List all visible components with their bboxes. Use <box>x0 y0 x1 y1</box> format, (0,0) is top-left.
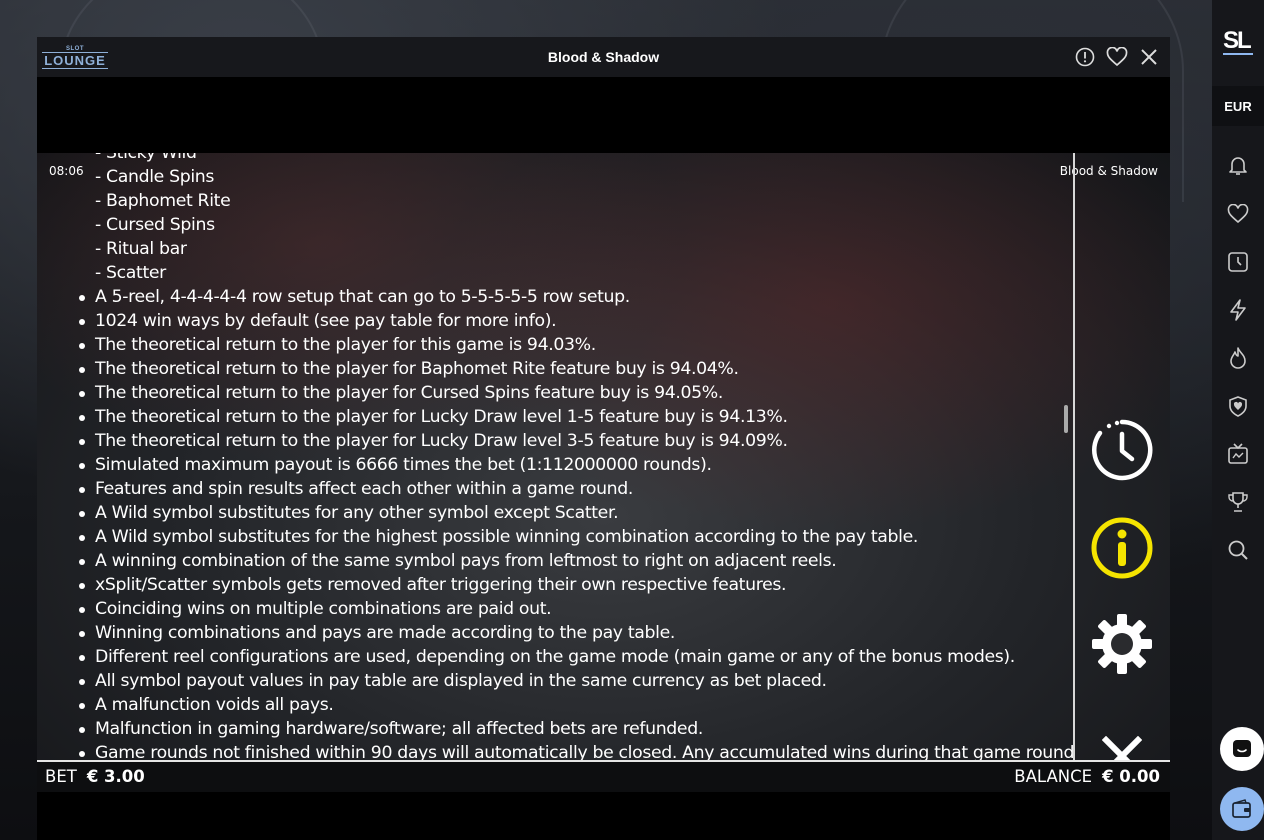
site-logo-text: SL <box>1223 27 1251 54</box>
history-button[interactable] <box>1089 417 1155 483</box>
rule-item: The theoretical return to the player for… <box>79 429 1067 453</box>
rule-item: All symbol payout values in pay table ar… <box>79 669 1067 693</box>
clock-icon[interactable] <box>1226 250 1250 274</box>
rule-item: Different reel configurations are used, … <box>79 645 1067 669</box>
feature-item: - Baphomet Rite <box>95 191 231 211</box>
currency-selector[interactable]: EUR <box>1212 86 1264 126</box>
bet-label: BET <box>45 767 77 786</box>
scrollbar[interactable] <box>1064 405 1068 433</box>
bet-value: € 3.00 <box>86 767 145 786</box>
feature-item: - Scatter <box>95 263 166 283</box>
favorite-heart-icon[interactable] <box>1106 46 1128 68</box>
gear-icon <box>1092 614 1152 674</box>
rule-item: The theoretical return to the player for… <box>79 357 1067 381</box>
bell-icon[interactable] <box>1226 153 1250 177</box>
rule-item: Game rounds not finished within 90 days … <box>79 741 1074 760</box>
rule-item: Simulated maximum payout is 6666 times t… <box>79 453 1067 477</box>
close-icon[interactable] <box>1138 46 1160 68</box>
rule-item: A Wild symbol substitutes for any other … <box>79 501 1067 525</box>
heart-icon[interactable] <box>1226 202 1250 226</box>
settings-button[interactable] <box>1089 611 1155 677</box>
trophy-icon[interactable] <box>1226 490 1250 514</box>
rule-item: The theoretical return to the player for… <box>79 405 1067 429</box>
feature-item: - Ritual bar <box>95 239 187 259</box>
balance-label: BALANCE <box>1014 767 1093 786</box>
chat-icon <box>1233 740 1251 757</box>
game-info-panel: - Sticky Wild - Candle Spins - Baphomet … <box>37 153 1170 760</box>
wallet-button[interactable] <box>1220 787 1264 831</box>
balance-value: € 0.00 <box>1102 767 1160 786</box>
rule-item: Winning combinations and pays are made a… <box>79 621 1067 645</box>
rule-item: A 5-reel, 4-4-4-4-4 row setup that can g… <box>79 285 1067 309</box>
feature-item: - Candle Spins <box>95 167 215 187</box>
history-clock-icon <box>1092 419 1153 481</box>
site-logo[interactable]: SL <box>1212 24 1264 63</box>
close-info-button[interactable] <box>1089 723 1155 760</box>
feature-item: - Cursed Spins <box>95 215 215 235</box>
panel-divider <box>1073 153 1075 760</box>
tv-icon[interactable] <box>1226 442 1250 466</box>
lightning-icon[interactable] <box>1226 298 1250 322</box>
bet-display: BET € 3.00 <box>45 767 145 786</box>
bet-balance-bar: BET € 3.00 BALANCE € 0.00 <box>37 760 1170 792</box>
info-circle-icon <box>1091 517 1153 579</box>
search-icon[interactable] <box>1226 538 1250 562</box>
balance-display: BALANCE € 0.00 <box>1014 767 1160 786</box>
game-rules-text: - Sticky Wild - Candle Spins - Baphomet … <box>37 153 1074 760</box>
rule-item: A Wild symbol substitutes for the highes… <box>79 525 1067 549</box>
chat-button[interactable] <box>1220 727 1264 771</box>
rule-item: Features and spin results affect each ot… <box>79 477 1067 501</box>
close-x-icon <box>1102 736 1142 760</box>
rule-item: 1024 win ways by default (see pay table … <box>79 309 1067 333</box>
title-bar: SLOT LOUNGE Blood & Shadow <box>37 37 1170 77</box>
info-icon[interactable] <box>1074 46 1096 68</box>
shield-heart-icon[interactable] <box>1226 394 1250 418</box>
rule-item: xSplit/Scatter symbols gets removed afte… <box>79 573 1067 597</box>
rules-list: A 5-reel, 4-4-4-4-4 row setup that can g… <box>37 285 1074 760</box>
wallet-icon <box>1232 799 1251 818</box>
game-title: Blood & Shadow <box>547 49 660 65</box>
rule-item: A malfunction voids all pays. <box>79 693 1067 717</box>
rule-item: The theoretical return to the player for… <box>79 333 1067 357</box>
flame-icon[interactable] <box>1226 346 1250 370</box>
rule-item: The theoretical return to the player for… <box>79 381 1067 405</box>
game-window: SLOT LOUNGE Blood & Shadow - Sticky Wild… <box>37 37 1170 840</box>
rule-item: Malfunction in gaming hardware/software;… <box>79 717 1067 741</box>
site-sidebar: SL EUR <box>1212 0 1264 840</box>
feature-item: - Sticky Wild <box>95 153 197 163</box>
rule-item: A winning combination of the same symbol… <box>79 549 1067 573</box>
rule-item: Coinciding wins on multiple combinations… <box>79 597 1067 621</box>
clock-display: 08:06 <box>49 164 84 178</box>
info-button[interactable] <box>1089 515 1155 581</box>
